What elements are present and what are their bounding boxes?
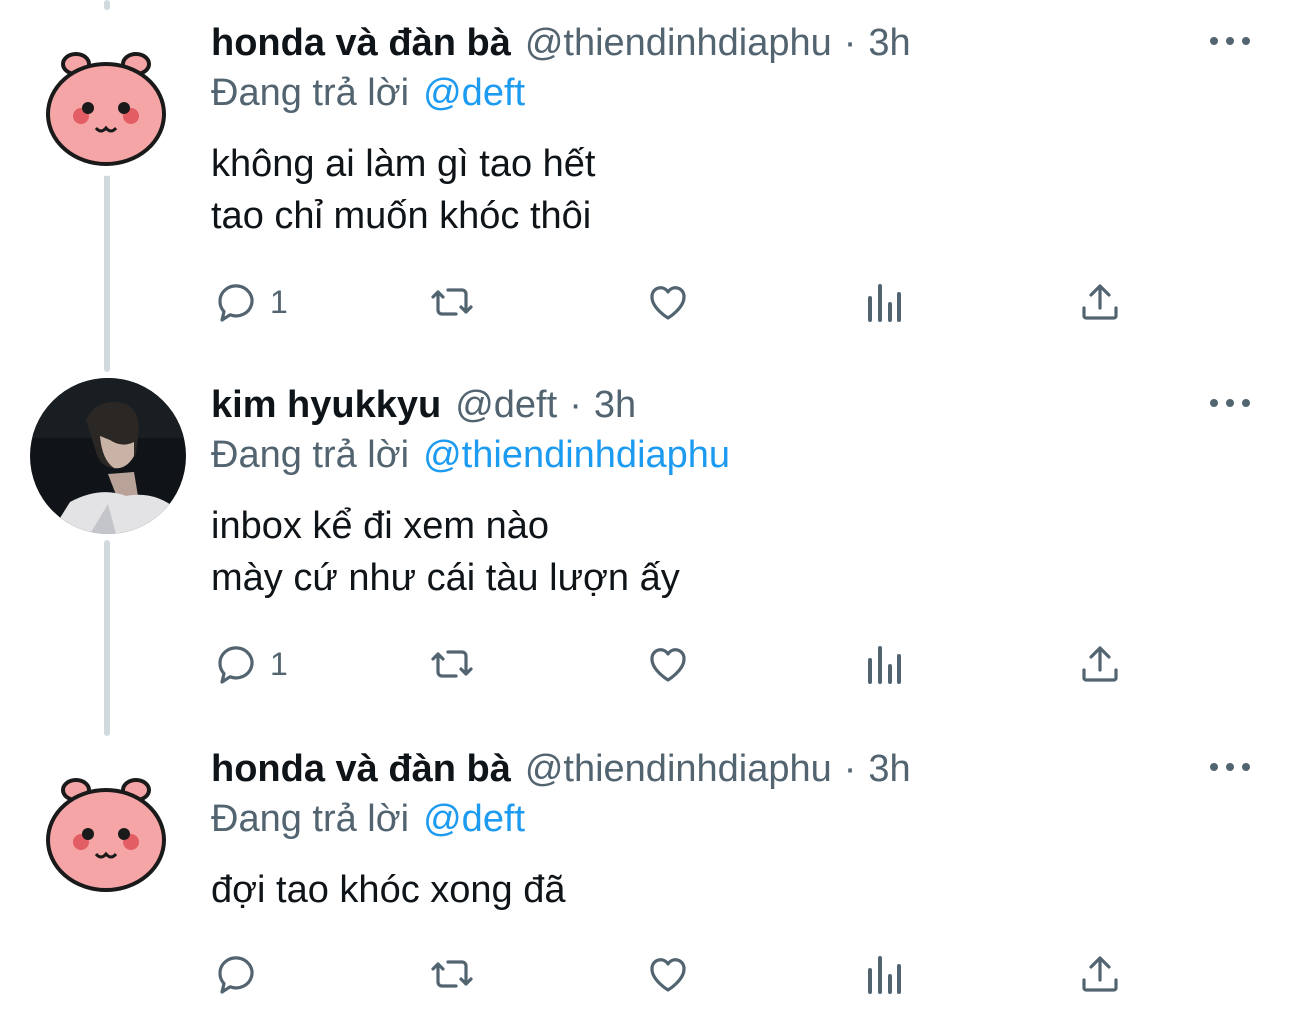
tweet-text-line: inbox kể đi xem nào xyxy=(211,505,549,547)
share-icon xyxy=(1082,646,1118,682)
analytics-icon xyxy=(868,284,901,322)
share-icon xyxy=(1082,956,1118,992)
reply-count: 1 xyxy=(270,645,288,682)
share-button[interactable] xyxy=(1076,634,1124,694)
reply-button[interactable] xyxy=(212,944,270,1004)
analytics-icon xyxy=(868,956,901,994)
separator: · xyxy=(569,383,582,426)
display-name[interactable]: kim hyukkyu xyxy=(211,384,441,427)
tweet-text: inbox kể đi xem nào mày cứ như cái tàu lư… xyxy=(211,500,680,604)
avatar[interactable] xyxy=(36,36,176,176)
replying-to-label: Đang trả lời xyxy=(211,433,410,476)
analytics-icon xyxy=(868,646,901,684)
separator: · xyxy=(843,21,857,64)
replying-to: Đang trả lời @deft xyxy=(211,68,525,118)
replying-to: Đang trả lời @thiendinhdiaphu xyxy=(211,430,730,480)
pig-avatar-icon xyxy=(36,762,176,902)
share-button[interactable] xyxy=(1076,944,1124,1004)
tweet[interactable]: honda và đàn bà @thiendinhdiaphu · 3h Đa… xyxy=(0,742,1290,1022)
retweet-icon xyxy=(431,288,473,316)
share-button[interactable] xyxy=(1076,272,1124,332)
replying-to-label: Đang trả lời xyxy=(211,797,410,840)
user-handle[interactable]: @thiendinhdiaphu xyxy=(525,748,832,791)
retweet-icon xyxy=(431,960,473,988)
like-button[interactable] xyxy=(644,944,692,1004)
user-handle[interactable]: @thiendinhdiaphu xyxy=(525,22,832,65)
tweet-text-line: đợi tao khóc xong đã xyxy=(211,869,566,911)
reply-count: 1 xyxy=(270,283,288,320)
tweet[interactable]: honda và đàn bà @thiendinhdiaphu · 3h Đa… xyxy=(0,16,1290,346)
display-name[interactable]: honda và đàn bà xyxy=(211,748,511,791)
action-bar xyxy=(0,944,1290,1004)
replying-to: Đang trả lời @deft xyxy=(211,794,525,844)
mention-link[interactable]: @thiendinhdiaphu xyxy=(423,434,730,477)
analytics-button[interactable] xyxy=(860,272,908,332)
reply-icon xyxy=(218,646,254,684)
reply-icon xyxy=(218,956,254,994)
user-handle[interactable]: @deft xyxy=(455,384,557,427)
share-icon xyxy=(1082,284,1118,320)
tweet-text: không ai làm gì tao hết tao chỉ muốn khóc… xyxy=(211,138,595,242)
display-name[interactable]: honda và đàn bà xyxy=(211,22,511,65)
retweet-button[interactable] xyxy=(428,944,476,1004)
more-options-icon[interactable] xyxy=(1210,752,1250,782)
person-photo-avatar-icon xyxy=(30,378,186,534)
analytics-button[interactable] xyxy=(860,634,908,694)
heart-icon xyxy=(650,648,686,682)
timestamp[interactable]: 3h xyxy=(594,384,636,427)
avatar[interactable] xyxy=(36,762,176,902)
action-bar: 1 xyxy=(0,634,1290,694)
tweet-text-line: không ai làm gì tao hết xyxy=(211,143,596,185)
tweet-text-line: tao chỉ muốn khóc thôi xyxy=(211,195,592,237)
more-options-icon[interactable] xyxy=(1210,388,1250,418)
timestamp[interactable]: 3h xyxy=(868,22,910,65)
pig-avatar-icon xyxy=(36,36,176,176)
mention-link[interactable]: @deft xyxy=(423,72,525,115)
avatar[interactable] xyxy=(30,378,186,534)
tweet-text: đợi tao khóc xong đã xyxy=(211,864,566,916)
separator: · xyxy=(843,747,857,790)
tweet-text-line: mày cứ như cái tàu lượn ấy xyxy=(211,557,680,599)
heart-icon xyxy=(650,958,686,992)
like-button[interactable] xyxy=(644,634,692,694)
action-bar: 1 xyxy=(0,272,1290,332)
reply-button[interactable]: 1 xyxy=(212,272,288,332)
mention-link[interactable]: @deft xyxy=(423,798,525,841)
replying-to-label: Đang trả lời xyxy=(211,71,410,114)
heart-icon xyxy=(650,286,686,320)
retweet-icon xyxy=(431,650,473,678)
retweet-button[interactable] xyxy=(428,634,476,694)
retweet-button[interactable] xyxy=(428,272,476,332)
tweet[interactable]: kim hyukkyu @deft · 3h Đang trả lời @thi… xyxy=(0,378,1290,708)
reply-button[interactable]: 1 xyxy=(212,634,288,694)
timestamp[interactable]: 3h xyxy=(868,748,910,791)
analytics-button[interactable] xyxy=(860,944,908,1004)
thread-line xyxy=(104,0,110,10)
more-options-icon[interactable] xyxy=(1210,26,1250,56)
like-button[interactable] xyxy=(644,272,692,332)
reply-icon xyxy=(218,284,254,322)
